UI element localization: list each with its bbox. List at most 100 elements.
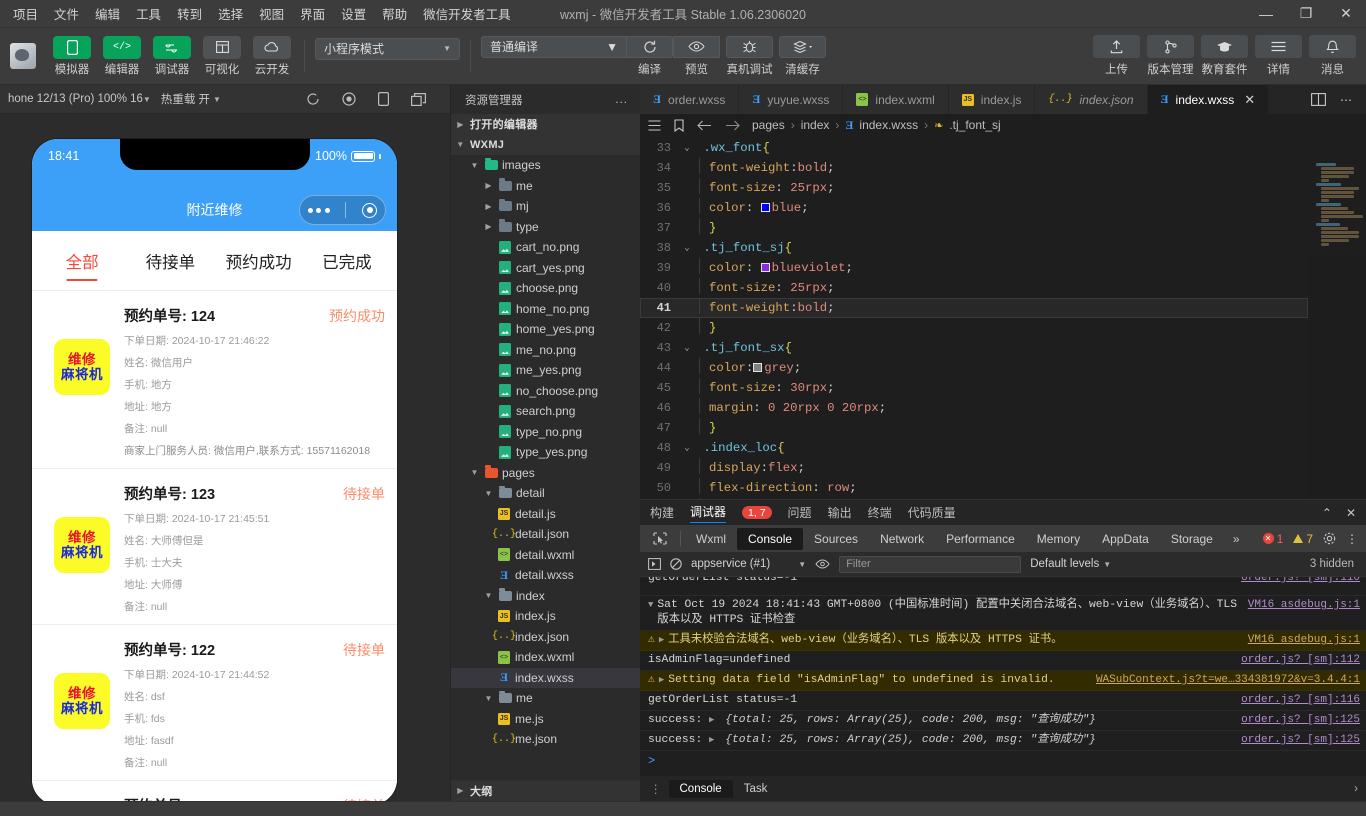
panel-tab-sources[interactable]: Sources: [803, 528, 869, 550]
error-count-badge[interactable]: ✕ 1: [1262, 532, 1283, 546]
tree-item-type-folder[interactable]: ▶ type: [451, 217, 640, 238]
tree-item-detail-wxml[interactable]: <> detail.wxml: [451, 545, 640, 566]
dt-tab-output[interactable]: 输出: [828, 504, 852, 521]
code-line[interactable]: 39 color: blueviolet;: [640, 258, 1308, 278]
toolbar-debugger-button[interactable]: 调试器: [150, 35, 194, 77]
menu-item-select[interactable]: 选择: [211, 1, 250, 26]
compile-button[interactable]: 编译: [626, 35, 673, 77]
expand-icon[interactable]: ▶: [709, 715, 718, 725]
panel-tab-memory[interactable]: Memory: [1026, 528, 1091, 550]
expand-icon[interactable]: ▶: [659, 633, 668, 648]
code-line[interactable]: 37}: [640, 218, 1308, 238]
preview-button[interactable]: 预览: [673, 35, 720, 77]
minimap[interactable]: [1308, 136, 1366, 499]
education-kit-button[interactable]: 教育套件: [1201, 35, 1248, 77]
minimize-button[interactable]: —: [1246, 0, 1286, 28]
mode-select[interactable]: 小程序模式 ▼: [315, 37, 460, 60]
refresh-icon[interactable]: [306, 92, 320, 106]
devtools-more-icon[interactable]: ⋮: [1346, 532, 1358, 546]
split-editor-icon[interactable]: [1311, 93, 1326, 106]
code-line[interactable]: 38 ⌄ .tj_font_sj{: [640, 238, 1308, 258]
maximize-button[interactable]: ❐: [1286, 0, 1326, 28]
device-select[interactable]: hone 12/13 (Pro) 100% 16: [8, 93, 143, 105]
code-line[interactable]: 46 margin: 0 20rpx 0 20rpx;: [640, 398, 1308, 418]
color-swatch[interactable]: [760, 263, 770, 272]
tree-item-type-no-png[interactable]: type_no.png: [451, 422, 640, 443]
console-row-object[interactable]: success: ▶ {total: 25, rows: Array(25), …: [640, 711, 1366, 731]
code-line[interactable]: 42}: [640, 318, 1308, 338]
breadcrumb-symbol[interactable]: .tj_font_sj: [949, 118, 1000, 132]
menu-item-file[interactable]: 文件: [47, 1, 86, 26]
tab-index-wxml[interactable]: <> index.wxml: [843, 85, 949, 114]
list-icon[interactable]: [648, 119, 661, 131]
order-card[interactable]: 维修 麻将机 预约单号: 123 待接单 下单日期: 2024-10-17 21…: [32, 469, 397, 625]
project-avatar[interactable]: [10, 39, 40, 73]
tab-all[interactable]: 全部: [38, 231, 126, 290]
close-button[interactable]: ✕: [1326, 0, 1366, 28]
version-control-button[interactable]: 版本管理: [1147, 35, 1194, 77]
console-source[interactable]: order.js? [sm]:110: [1241, 577, 1360, 586]
drawer-menu-icon[interactable]: ⋮: [644, 782, 669, 796]
console-source[interactable]: order.js? [sm]:125: [1241, 713, 1360, 728]
tree-item-home-yes-png[interactable]: home_yes.png: [451, 319, 640, 340]
panel-tab-wxml[interactable]: Wxml: [685, 528, 737, 550]
tree-item-cart-no-png[interactable]: cart_no.png: [451, 237, 640, 258]
order-card[interactable]: 维修 麻将机 预约单号: 122 待接单 下单日期: 2024-10-17 21…: [32, 625, 397, 781]
tab-done[interactable]: 已完成: [303, 231, 391, 290]
tab-yuyue-wxss[interactable]: Ǝ yuyue.wxss: [739, 85, 844, 114]
footer-tab-console[interactable]: Console: [668, 779, 733, 798]
code-editor[interactable]: 33 ⌄ .wx_font{34 font-weight:bold; 35 font-s…: [640, 136, 1366, 499]
color-swatch[interactable]: [760, 203, 770, 212]
footer-tab-task[interactable]: Task: [733, 780, 779, 798]
console-row-object[interactable]: success: ▶ {total: 25, rows: Array(25), …: [640, 731, 1366, 751]
tree-item-mj-folder[interactable]: ▶ mj: [451, 196, 640, 217]
code-line[interactable]: 34 font-weight:bold;: [640, 158, 1308, 178]
real-device-debug-button[interactable]: 真机调试: [726, 35, 773, 77]
code-line[interactable]: 43 ⌄ .tj_font_sx{: [640, 338, 1308, 358]
tree-item-type-yes-png[interactable]: type_yes.png: [451, 442, 640, 463]
warning-count-badge[interactable]: 7: [1293, 532, 1313, 546]
expand-icon[interactable]: ▶: [709, 735, 718, 745]
console-source[interactable]: order.js? [sm]:112: [1241, 653, 1360, 668]
code-line[interactable]: 40 font-size: 25rpx;: [640, 278, 1308, 298]
explorer-section-open-editors[interactable]: ▶ 打开的编辑器: [451, 114, 640, 135]
console-levels-select[interactable]: Default levels ▼: [1030, 558, 1111, 570]
wechat-capsule[interactable]: [299, 195, 386, 225]
menu-item-goto[interactable]: 转到: [170, 1, 209, 26]
compile-select[interactable]: 普通编译 ▼: [481, 35, 626, 58]
more-icon[interactable]: [307, 207, 330, 213]
console-eye-icon[interactable]: [815, 559, 830, 569]
console-filter-input[interactable]: Filter: [839, 555, 1022, 573]
console-output[interactable]: getOrderList status=-1 order.js? [sm]:11…: [640, 577, 1366, 776]
dt-tab-terminal[interactable]: 终端: [868, 504, 892, 521]
close-icon[interactable]: ✕: [1244, 92, 1255, 108]
fold-chevron-icon[interactable]: ⌄: [680, 338, 694, 358]
order-card[interactable]: 维修 麻将机 预约单号: 124 预约成功 下单日期: 2024-10-17 2…: [32, 291, 397, 469]
code-line[interactable]: 36 color: blue;: [640, 198, 1308, 218]
inspect-element-icon[interactable]: [644, 532, 676, 545]
dt-tab-quality[interactable]: 代码质量: [908, 504, 956, 521]
tree-item-detail-json[interactable]: {..} detail.json: [451, 524, 640, 545]
close-panel-icon[interactable]: ✕: [1346, 506, 1356, 520]
tree-item-me-js[interactable]: JS me.js: [451, 709, 640, 730]
messages-button[interactable]: 消息: [1309, 35, 1356, 77]
menu-item-help[interactable]: 帮助: [375, 1, 414, 26]
code-line[interactable]: 51 align-items: center;: [640, 498, 1308, 499]
console-execute-icon[interactable]: [648, 558, 661, 570]
window-icon[interactable]: [411, 92, 426, 106]
breadcrumb-index[interactable]: index: [801, 118, 830, 132]
menu-item-edit[interactable]: 编辑: [88, 1, 127, 26]
tab-order-wxss[interactable]: Ǝ order.wxss: [640, 85, 740, 114]
upload-button[interactable]: 上传: [1093, 35, 1140, 77]
code-line[interactable]: 45 font-size: 30rpx;: [640, 378, 1308, 398]
console-source[interactable]: order.js? [sm]:116: [1241, 693, 1360, 708]
tree-item-cart-yes-png[interactable]: cart_yes.png: [451, 258, 640, 279]
code-line[interactable]: 49 display:flex;: [640, 458, 1308, 478]
console-row-warning[interactable]: ⚠ ▶ Setting data field "isAdminFlag" to …: [640, 671, 1366, 691]
details-button[interactable]: 详情: [1255, 35, 1302, 77]
tree-item-choose-png[interactable]: choose.png: [451, 278, 640, 299]
clear-cache-button[interactable]: 清缓存: [779, 35, 826, 77]
tree-item-home-no-png[interactable]: home_no.png: [451, 299, 640, 320]
hot-reload-select[interactable]: 热重载 开 ▼: [151, 91, 231, 107]
tree-item-pages[interactable]: ▼ pages: [451, 463, 640, 484]
